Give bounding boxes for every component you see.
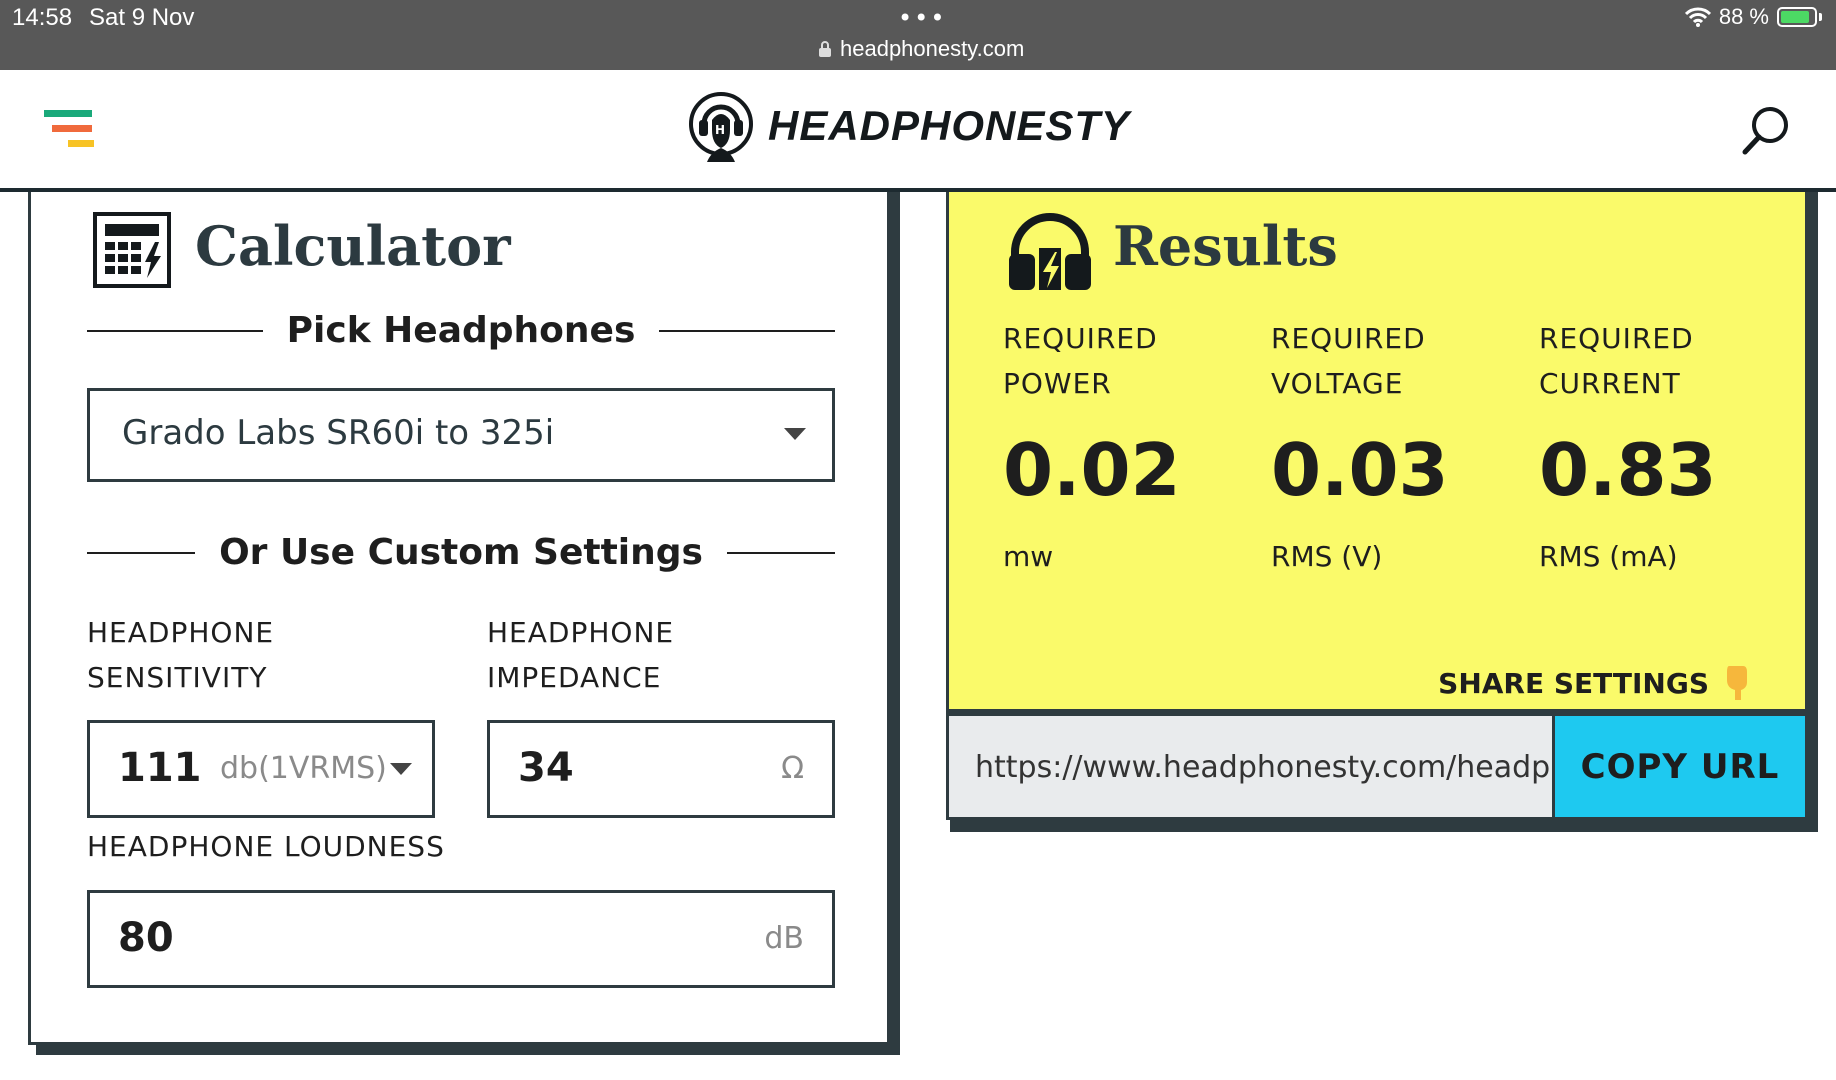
headphone-select[interactable]: Grado Labs SR60i to 325i (87, 388, 835, 482)
share-settings: SHARE SETTINGS (1438, 664, 1751, 702)
impedance-label: HEADPHONE IMPEDANCE (487, 616, 675, 694)
sensitivity-label: HEADPHONE SENSITIVITY (87, 616, 275, 694)
headphones-power-icon (1009, 213, 1091, 290)
current-unit: RMS (mA) (1539, 540, 1678, 573)
loudness-value: 80 (118, 915, 174, 961)
lock-icon (819, 41, 831, 57)
battery-icon (1777, 7, 1817, 27)
logo-mark-icon: H (689, 92, 753, 162)
voltage-value: 0.03 (1271, 428, 1449, 512)
hamburger-menu-icon[interactable] (44, 110, 96, 156)
calculator-panel: Calculator Pick Headphones Grado Labs SR… (28, 192, 890, 1045)
result-power: REQUIRED POWER 0.02 mw (1003, 316, 1263, 573)
status-indicators: 88 % (1684, 4, 1822, 30)
current-value: 0.83 (1539, 428, 1717, 512)
sensitivity-input[interactable]: 111 db(1VRMS) (87, 720, 435, 818)
headphone-select-value: Grado Labs SR60i to 325i (122, 413, 555, 453)
power-unit: mw (1003, 540, 1054, 573)
logo-wordmark: HEADPHONESTY (768, 102, 1131, 149)
address-bar[interactable]: headphonesty.com (818, 36, 1024, 62)
wifi-icon (1684, 7, 1711, 27)
site-header: H HEADPHONESTY (0, 70, 1836, 192)
results-panel: Results REQUIRED POWER 0.02 mw REQUIRED … (946, 192, 1808, 712)
share-url-row: https://www.headphonesty.com/headphones/… (946, 712, 1808, 820)
chevron-down-icon (784, 428, 806, 440)
voltage-unit: RMS (V) (1271, 540, 1383, 573)
chevron-down-icon (390, 763, 412, 775)
share-url-value: https://www.headphonesty.com/headphones/… (975, 750, 1552, 785)
voltage-label: REQUIRED VOLTAGE (1271, 322, 1426, 400)
results-title: Results (1113, 214, 1338, 278)
pick-headphones-heading: Pick Headphones (87, 310, 835, 351)
power-label: REQUIRED POWER (1003, 322, 1158, 400)
status-time: 14:58 (12, 4, 73, 31)
loudness-input[interactable]: 80 dB (87, 890, 835, 988)
sensitivity-unit-select[interactable]: db(1VRMS) (220, 751, 387, 786)
loudness-label: HEADPHONE LOUDNESS (87, 830, 445, 863)
battery-percent: 88 % (1718, 4, 1769, 29)
svg-text:H: H (715, 123, 725, 137)
result-voltage: REQUIRED VOLTAGE 0.03 RMS (V) (1271, 316, 1531, 573)
impedance-input[interactable]: 34 Ω (487, 720, 835, 818)
status-bar: 14:58 Sat 9 Nov ••• headphonesty.com 88 … (0, 0, 1836, 70)
status-date: Sat 9 Nov (89, 4, 195, 31)
sensitivity-value: 111 (118, 745, 202, 791)
multitask-dots-icon[interactable]: ••• (898, 4, 946, 32)
calculator-icon (93, 212, 171, 288)
search-icon[interactable] (1740, 104, 1792, 156)
custom-settings-heading: Or Use Custom Settings (87, 532, 836, 573)
pointing-down-hand-icon (1727, 666, 1747, 700)
result-current: REQUIRED CURRENT 0.83 RMS (mA) (1539, 316, 1799, 573)
calculator-title: Calculator (195, 214, 511, 278)
share-settings-label: SHARE SETTINGS (1438, 666, 1709, 700)
address-url: headphonesty.com (840, 36, 1025, 61)
site-logo[interactable]: H HEADPHONESTY (688, 90, 1130, 162)
pick-headphones-label: Pick Headphones (286, 310, 636, 351)
impedance-value: 34 (518, 745, 574, 791)
impedance-unit: Ω (781, 751, 804, 786)
custom-settings-label: Or Use Custom Settings (219, 532, 703, 573)
copy-url-button[interactable]: COPY URL (1555, 716, 1805, 817)
share-url-input[interactable]: https://www.headphonesty.com/headphones/… (949, 716, 1555, 817)
power-value: 0.02 (1003, 428, 1181, 512)
loudness-unit: dB (764, 921, 804, 956)
current-label: REQUIRED CURRENT (1539, 322, 1694, 400)
